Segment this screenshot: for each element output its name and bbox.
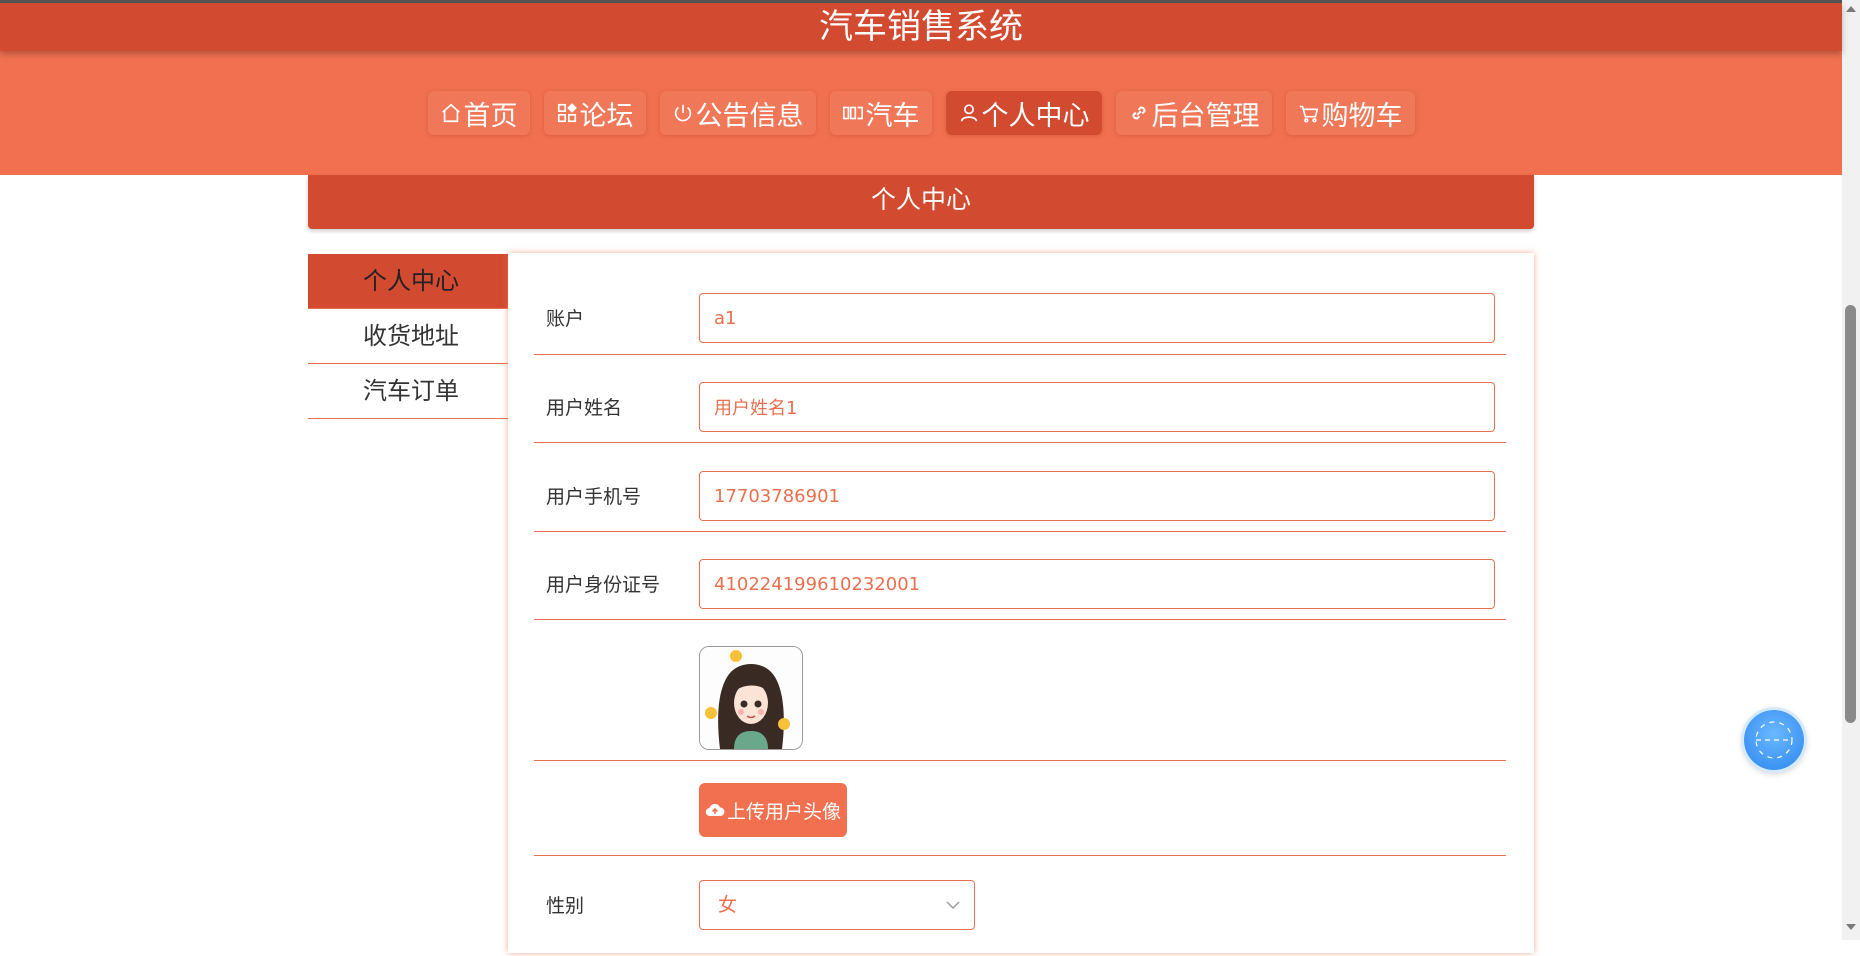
avatar bbox=[699, 646, 803, 750]
power-icon bbox=[674, 104, 691, 122]
sidebar-item-personal-center[interactable]: 个人中心 bbox=[308, 254, 508, 309]
scroll-thumb[interactable] bbox=[1845, 305, 1856, 723]
sidebar-item-orders[interactable]: 汽车订单 bbox=[308, 364, 508, 419]
link-icon bbox=[1131, 106, 1146, 120]
gender-select[interactable]: 女 bbox=[699, 880, 975, 930]
user-icon bbox=[960, 104, 977, 122]
upload-row: 上传用户头像 bbox=[534, 761, 1506, 856]
nav-item-notice[interactable]: 公告信息 bbox=[659, 91, 816, 135]
nav-item-personal-center[interactable]: 个人中心 bbox=[945, 91, 1102, 135]
sidebar-item-address[interactable]: 收货地址 bbox=[308, 309, 508, 364]
nav-item-label: 购物车 bbox=[1321, 100, 1403, 132]
nav-item-label: 首页 bbox=[463, 100, 518, 132]
cloud-upload-icon bbox=[705, 803, 725, 817]
profile-form: 账户 用户姓名 用户手机号 用户身份证号 bbox=[508, 253, 1534, 953]
gender-selected-value: 女 bbox=[718, 894, 738, 916]
nav-item-cart[interactable]: 购物车 bbox=[1285, 91, 1415, 135]
app-title: 汽车销售系统 bbox=[0, 3, 1842, 51]
nav-item-label: 个人中心 bbox=[981, 100, 1090, 132]
floating-assistant-button[interactable] bbox=[1744, 710, 1804, 770]
nav-bar: 首页 论坛 公告信息 汽车 个人中心 后台管理 购物车 bbox=[0, 51, 1842, 175]
nav-item-admin[interactable]: 后台管理 bbox=[1115, 91, 1272, 135]
name-input[interactable] bbox=[699, 382, 1495, 432]
idcard-input[interactable] bbox=[699, 559, 1495, 609]
nav-item-forum[interactable]: 论坛 bbox=[543, 91, 646, 135]
scroll-up-arrow[interactable] bbox=[1846, 6, 1856, 12]
side-menu: 个人中心 收货地址 汽车订单 bbox=[308, 254, 508, 419]
gender-label: 性别 bbox=[546, 895, 585, 917]
idcard-label: 用户身份证号 bbox=[546, 574, 661, 596]
idcard-row: 用户身份证号 bbox=[534, 532, 1506, 620]
name-row: 用户姓名 bbox=[534, 355, 1506, 443]
apps-icon bbox=[557, 103, 577, 123]
avatar-illustration bbox=[700, 647, 802, 749]
phone-row: 用户手机号 bbox=[534, 443, 1506, 532]
chevron-down-icon bbox=[946, 901, 960, 909]
account-row: 账户 bbox=[534, 253, 1506, 355]
account-input[interactable] bbox=[699, 293, 1495, 343]
page-scrollbar[interactable] bbox=[1842, 0, 1860, 940]
gender-row: 性别 女 bbox=[534, 856, 1506, 956]
nav-item-car[interactable]: 汽车 bbox=[829, 91, 932, 135]
nav-list: 首页 论坛 公告信息 汽车 个人中心 后台管理 购物车 bbox=[0, 91, 1842, 135]
name-label: 用户姓名 bbox=[546, 397, 623, 419]
columns-icon bbox=[842, 106, 863, 120]
nav-item-label: 汽车 bbox=[865, 100, 920, 132]
phone-input[interactable] bbox=[699, 471, 1495, 521]
cart-icon bbox=[1299, 105, 1318, 123]
dashed-ring-icon bbox=[1755, 721, 1793, 759]
phone-label: 用户手机号 bbox=[546, 486, 642, 508]
home-icon bbox=[441, 103, 460, 123]
upload-avatar-button[interactable]: 上传用户头像 bbox=[699, 783, 847, 837]
scroll-down-arrow[interactable] bbox=[1846, 924, 1856, 930]
upload-avatar-label: 上传用户头像 bbox=[726, 800, 841, 823]
avatar-row bbox=[534, 620, 1506, 761]
nav-item-label: 论坛 bbox=[579, 100, 634, 132]
nav-item-home[interactable]: 首页 bbox=[427, 91, 530, 135]
account-label: 账户 bbox=[546, 308, 585, 330]
nav-item-label: 后台管理 bbox=[1151, 100, 1260, 132]
nav-item-label: 公告信息 bbox=[695, 100, 804, 132]
page-title: 个人中心 bbox=[308, 175, 1534, 229]
